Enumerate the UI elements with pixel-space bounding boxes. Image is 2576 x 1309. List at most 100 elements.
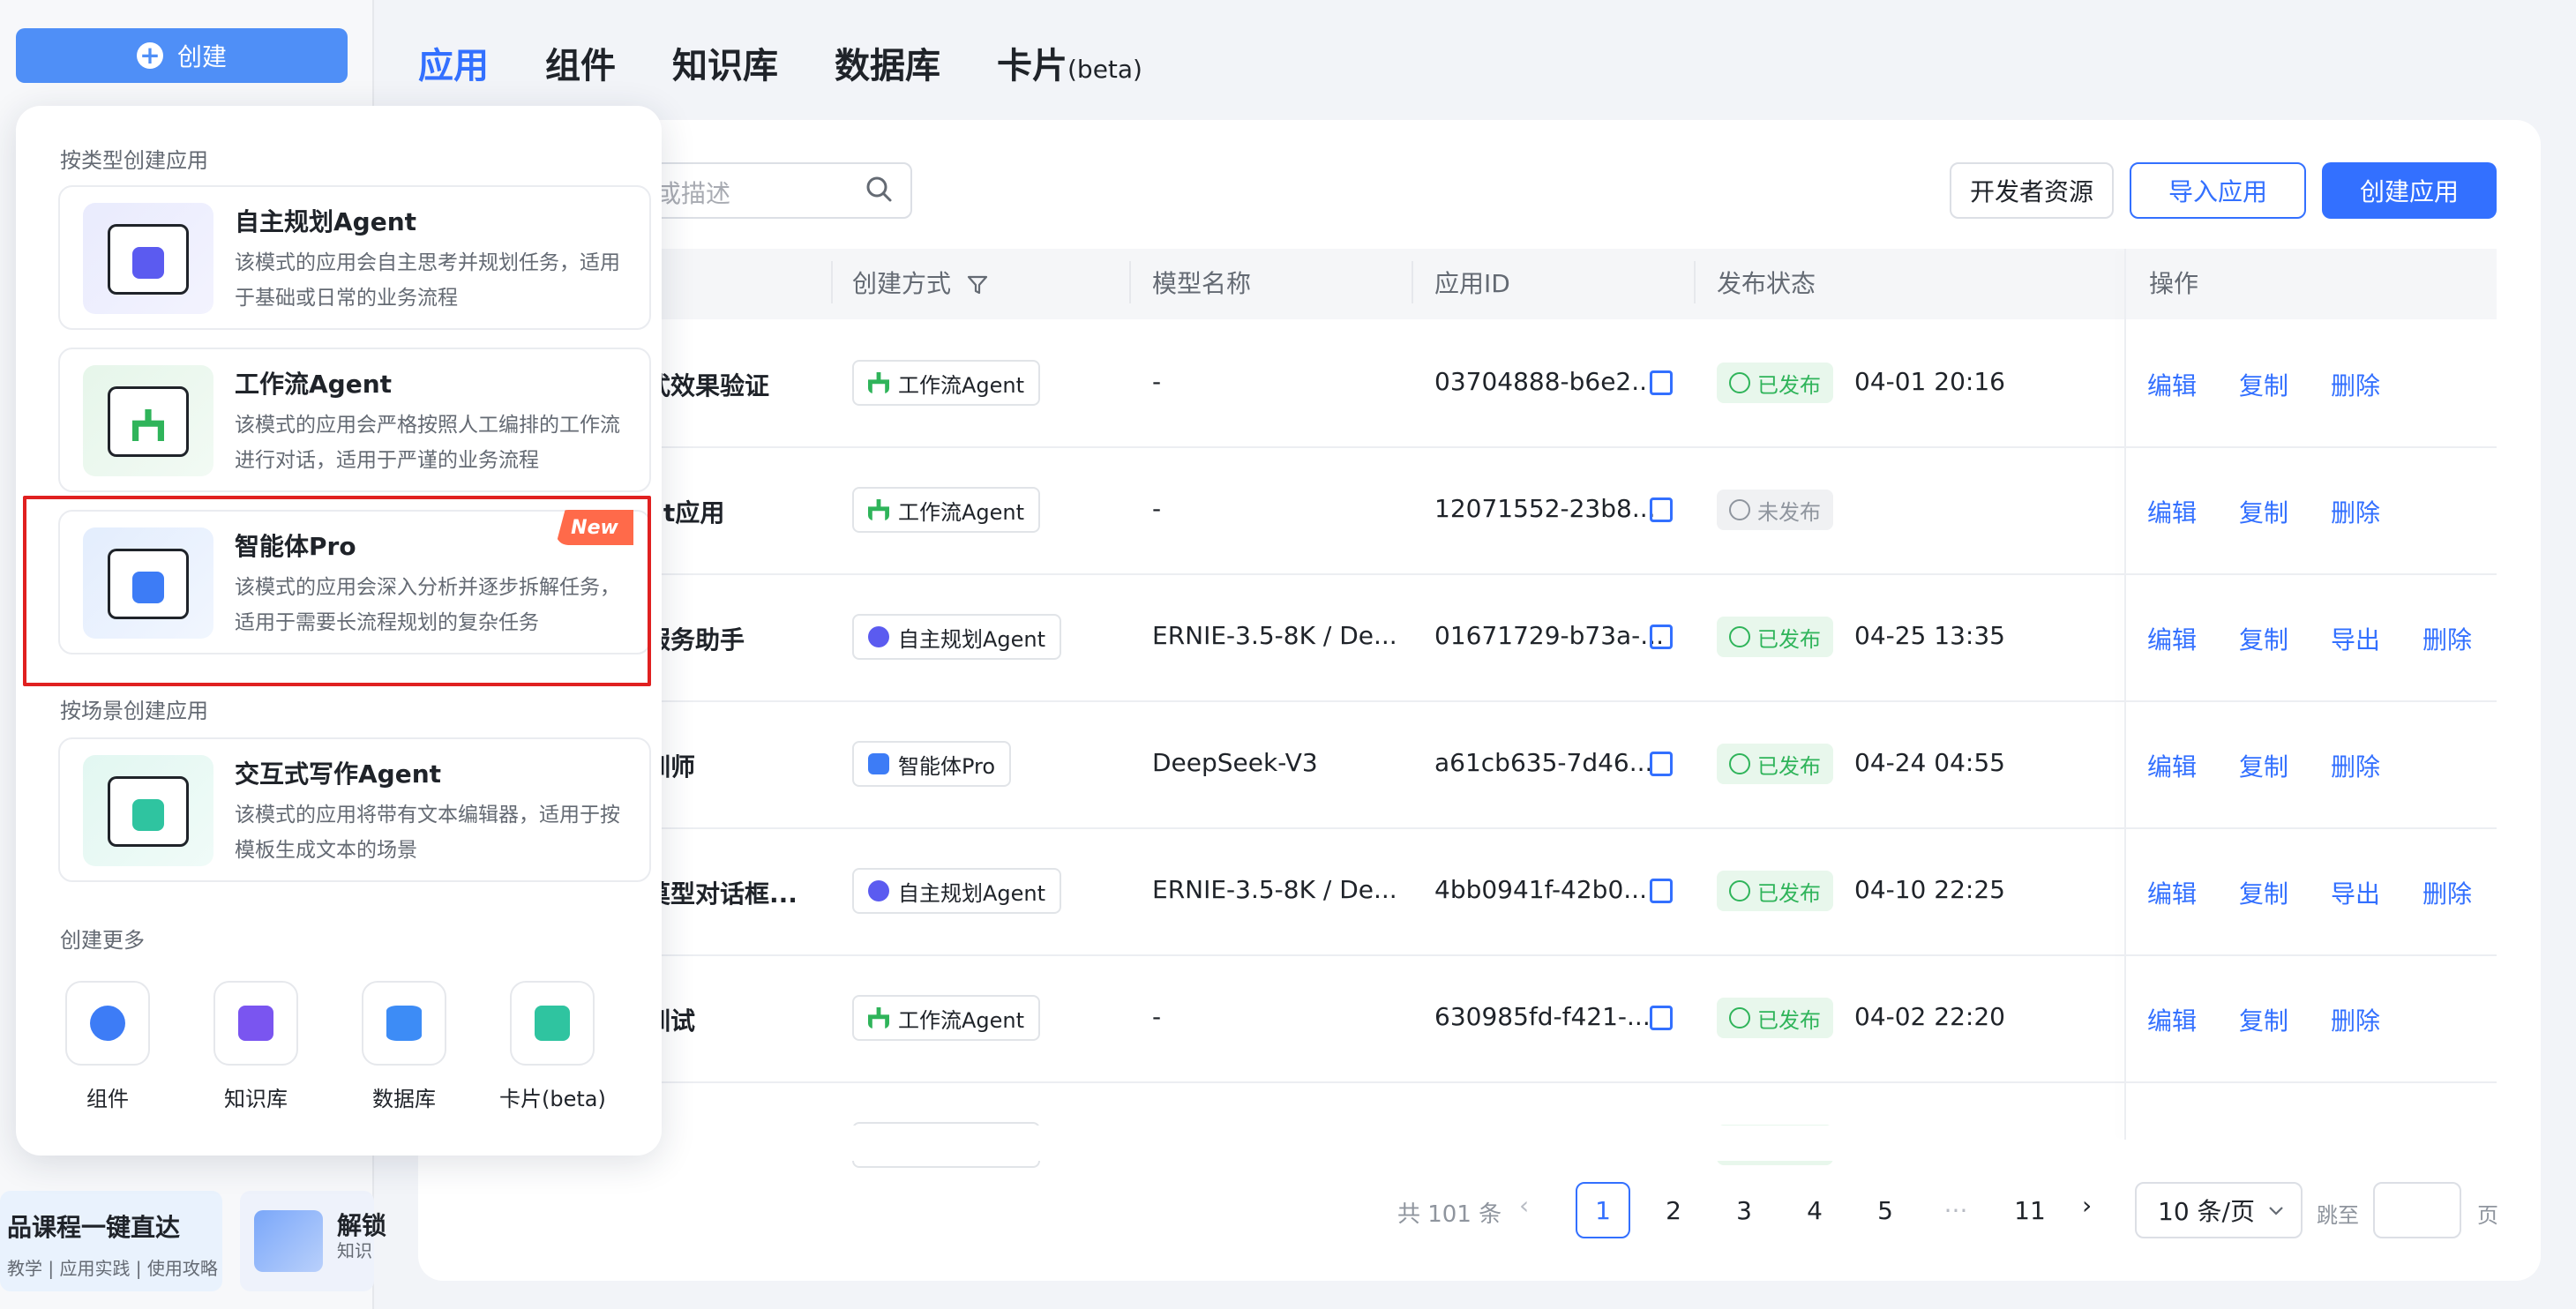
page-size-select[interactable]: 10 条/页 xyxy=(2135,1182,2303,1238)
row-action-link[interactable]: 编辑 xyxy=(2147,621,2197,656)
row-action-link[interactable]: 删除 xyxy=(2331,367,2380,402)
creation-method-label: 自主规划Agent xyxy=(898,626,1046,652)
page-number[interactable]: 1 xyxy=(1576,1182,1630,1238)
copy-icon[interactable] xyxy=(1650,370,1673,395)
create-app-button[interactable]: 创建应用 xyxy=(2322,162,2497,219)
robot-icon xyxy=(132,247,164,279)
row-action-link[interactable]: 删除 xyxy=(2422,621,2472,656)
copy-icon[interactable] xyxy=(1650,497,1673,522)
row-action-link[interactable]: 编辑 xyxy=(2147,875,2197,910)
header-model: 模型名称 xyxy=(1152,269,1252,298)
model-name: - xyxy=(1152,1002,1162,1031)
fixed-column-divider xyxy=(2124,249,2126,1140)
promo-title: 品课程一键直达 xyxy=(7,1213,181,1242)
import-app-button[interactable]: 导入应用 xyxy=(2130,162,2306,219)
row-divider xyxy=(418,1081,2497,1083)
tab-components[interactable]: 组件 xyxy=(545,37,616,88)
copy-icon[interactable] xyxy=(1650,1006,1673,1030)
row-action-link[interactable]: 编辑 xyxy=(2147,748,2197,783)
publish-time: 04-02 22:20 xyxy=(1854,1002,2005,1031)
page-number[interactable]: 2 xyxy=(1646,1182,1701,1238)
creation-method-tag: 自主规划Agent xyxy=(852,868,1062,914)
filter-icon[interactable] xyxy=(966,273,989,296)
jump-label: 跳至 xyxy=(2317,1203,2359,1228)
tab-database[interactable]: 数据库 xyxy=(835,37,940,88)
row-action-link[interactable]: 删除 xyxy=(2331,1002,2380,1037)
jump-page-input[interactable] xyxy=(2373,1182,2461,1238)
option-desc: 该模式的应用会严格按照人工编排的工作流进行对话，适用于严谨的业务流程 xyxy=(235,414,620,472)
create-option-writing-agent[interactable]: 交互式写作Agent 该模式的应用将带有文本编辑器，适用于按模板生成文本的场景 xyxy=(58,737,651,882)
check-circle-icon xyxy=(1729,1007,1750,1028)
create-button[interactable]: + 创建 xyxy=(16,28,348,83)
page-number[interactable]: 11 xyxy=(2003,1182,2057,1238)
tab-knowledge[interactable]: 知识库 xyxy=(672,37,778,88)
robot-icon xyxy=(868,626,889,647)
clock-icon xyxy=(1729,499,1750,520)
row-action-link[interactable]: 复制 xyxy=(2239,367,2288,402)
prev-page-icon[interactable]: ‹ xyxy=(1519,1191,1529,1220)
tab-apps[interactable]: 应用 xyxy=(418,37,489,88)
app-id: 4bb0941f-42b0... xyxy=(1434,875,1647,904)
creation-method-tag: 自主规划Agent xyxy=(852,614,1062,660)
card-icon xyxy=(535,1006,570,1041)
row-action-link[interactable]: 复制 xyxy=(2239,494,2288,529)
create-more-component[interactable] xyxy=(65,981,150,1066)
model-name: ERNIE-3.5-8K / De... xyxy=(1152,875,1397,904)
status-badge: 已发布 xyxy=(1717,617,1833,657)
row-action-link[interactable]: 删除 xyxy=(2331,748,2380,783)
create-more-label: 知识库 xyxy=(224,1087,288,1111)
plus-icon: + xyxy=(136,42,163,69)
developer-resources-button[interactable]: 开发者资源 xyxy=(1950,162,2114,219)
check-circle-icon xyxy=(1729,372,1750,393)
workflow-icon xyxy=(868,372,889,393)
workflow-icon xyxy=(868,499,889,520)
table-clip xyxy=(418,1126,2497,1161)
app-name[interactable]: 式效果验证 xyxy=(646,367,769,402)
creation-method-label: 工作流Agent xyxy=(898,372,1025,398)
creation-method-label: 工作流Agent xyxy=(898,1007,1025,1033)
promo-card-unlock[interactable]: 解锁 知识 xyxy=(240,1191,386,1291)
row-action-link[interactable]: 编辑 xyxy=(2147,494,2197,529)
row-action-link[interactable]: 编辑 xyxy=(2147,367,2197,402)
status-label: 已发布 xyxy=(1757,372,1821,398)
create-option-autonomous-agent[interactable]: 自主规划Agent 该模式的应用会自主思考并规划任务，适用于基础或日常的业务流程 xyxy=(58,185,651,330)
page-number[interactable]: 3 xyxy=(1717,1182,1771,1238)
creation-method-tag: 智能体Pro xyxy=(852,741,1012,787)
tab-cards[interactable]: 卡片(beta) xyxy=(997,37,1142,88)
header-method[interactable]: 创建方式 xyxy=(852,265,989,300)
create-more-database[interactable] xyxy=(362,981,446,1066)
row-action-link[interactable]: 复制 xyxy=(2239,621,2288,656)
app-name[interactable]: 莫型对话框... xyxy=(646,875,798,910)
page-number[interactable]: 4 xyxy=(1787,1182,1842,1238)
row-action-link[interactable]: 编辑 xyxy=(2147,1002,2197,1037)
highlight-annotation xyxy=(23,496,651,686)
row-action-link[interactable]: 复制 xyxy=(2239,748,2288,783)
creation-method-tag: 工作流Agent xyxy=(852,487,1041,533)
check-circle-icon xyxy=(1729,626,1750,647)
database-icon xyxy=(386,1006,422,1041)
promo-illustration xyxy=(254,1210,323,1272)
header-app-id: 应用ID xyxy=(1434,269,1510,298)
row-action-link[interactable]: 删除 xyxy=(2331,494,2380,529)
create-more-card[interactable] xyxy=(510,981,595,1066)
row-action-link[interactable]: 导出 xyxy=(2331,875,2380,910)
create-more-knowledge[interactable] xyxy=(213,981,298,1066)
option-desc: 该模式的应用会自主思考并规划任务，适用于基础或日常的业务流程 xyxy=(235,251,620,310)
chevron-down-icon xyxy=(2269,1207,2283,1216)
component-icon xyxy=(90,1006,125,1041)
row-action-link[interactable]: 导出 xyxy=(2331,621,2380,656)
copy-icon[interactable] xyxy=(1650,879,1673,903)
model-name: ERNIE-3.5-8K / De... xyxy=(1152,621,1397,650)
row-action-link[interactable]: 删除 xyxy=(2422,875,2472,910)
copy-icon[interactable] xyxy=(1650,752,1673,776)
row-action-link[interactable]: 复制 xyxy=(2239,875,2288,910)
row-action-link[interactable]: 复制 xyxy=(2239,1002,2288,1037)
pagination-ellipsis[interactable]: ··· xyxy=(1928,1182,1983,1238)
page-number[interactable]: 5 xyxy=(1858,1182,1913,1238)
copy-icon[interactable] xyxy=(1650,625,1673,649)
search-icon[interactable] xyxy=(863,173,895,205)
status-badge: 已发布 xyxy=(1717,998,1833,1038)
next-page-icon[interactable]: › xyxy=(2082,1191,2092,1220)
create-option-workflow-agent[interactable]: 工作流Agent 该模式的应用会严格按照人工编排的工作流进行对话，适用于严谨的业… xyxy=(58,348,651,492)
promo-card-course[interactable]: 品课程一键直达 教学 | 应用实践 | 使用攻略 xyxy=(0,1191,222,1291)
